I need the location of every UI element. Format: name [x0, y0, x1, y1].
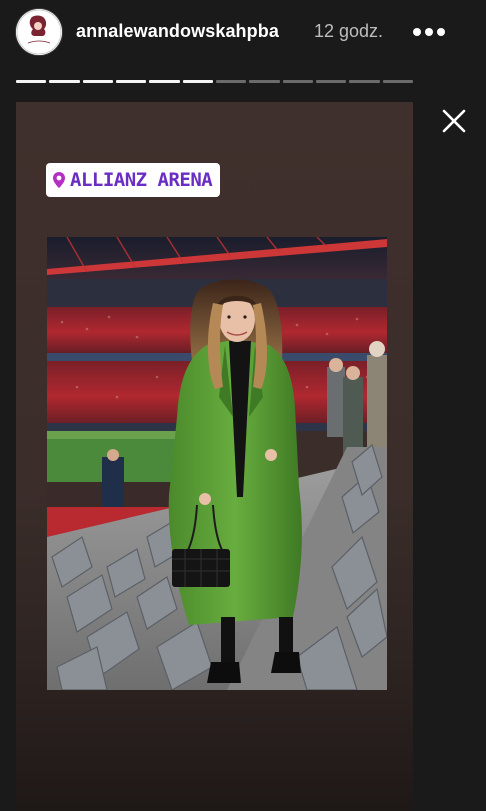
progress-segment	[282, 80, 313, 83]
progress-segment	[115, 80, 147, 83]
story-photo	[47, 237, 387, 690]
progress-segment	[382, 80, 413, 83]
more-options-icon[interactable]	[412, 22, 446, 42]
story-progress	[16, 80, 413, 83]
progress-segment	[182, 80, 213, 83]
location-label: ALLIANZ ARENA	[70, 169, 213, 191]
location-pin-icon	[53, 172, 65, 188]
avatar[interactable]	[16, 9, 62, 55]
progress-segment	[82, 80, 113, 83]
progress-segment	[215, 80, 247, 83]
progress-segment	[249, 80, 280, 83]
close-icon[interactable]	[441, 108, 467, 134]
location-sticker[interactable]: ALLIANZ ARENA	[46, 163, 221, 197]
username[interactable]: annalewandowskahpba	[76, 21, 279, 42]
progress-segment	[149, 80, 180, 83]
avatar-icon	[16, 9, 62, 55]
story-frame[interactable]: ALLIANZ ARENA	[16, 102, 413, 811]
stadium-photo	[47, 237, 387, 690]
timestamp: 12 godz.	[314, 21, 384, 41]
progress-segment	[49, 80, 80, 83]
progress-segment	[315, 80, 347, 83]
progress-segment	[349, 80, 380, 83]
progress-segment	[16, 80, 47, 83]
